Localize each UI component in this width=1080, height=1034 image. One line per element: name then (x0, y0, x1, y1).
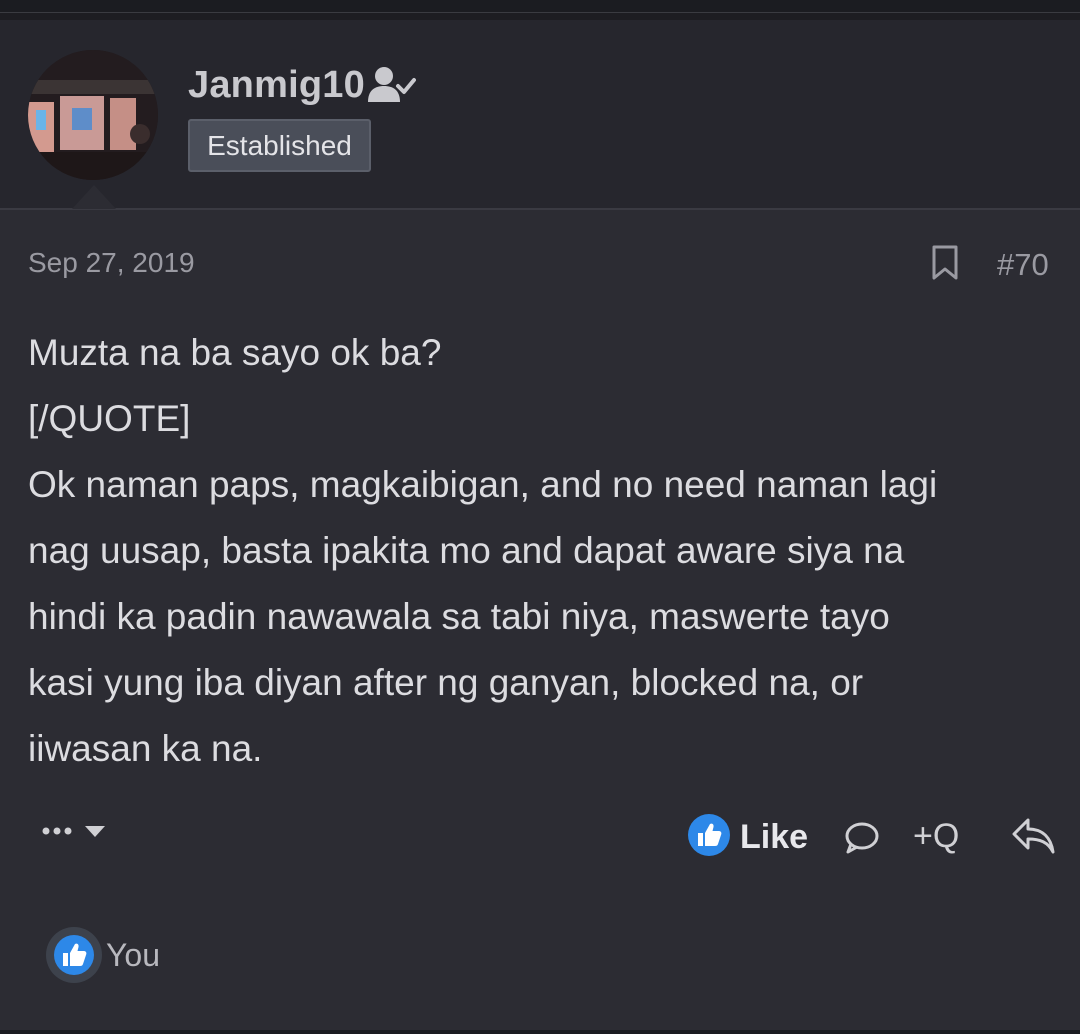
username[interactable]: Janmig10 (188, 64, 365, 107)
body-line: Muzta na ba sayo ok ba? (28, 332, 442, 373)
like-reaction-icon (46, 927, 102, 983)
user-avatar[interactable] (28, 50, 158, 180)
top-bar (0, 0, 1080, 13)
comment-icon[interactable] (843, 820, 881, 861)
like-label: Like (740, 817, 809, 856)
forum-post: Janmig10 Established Sep 27, 2019 #70 Mu… (0, 20, 1080, 1030)
body-line: nag uusap, basta ipakita mo and dapat aw… (28, 530, 905, 571)
user-title-badge: Established (188, 119, 371, 172)
verified-user-icon (368, 66, 416, 109)
bookmark-icon[interactable] (931, 245, 959, 286)
body-line: hindi ka padin nawawala sa tabi niya, ma… (28, 596, 890, 637)
avatar-pointer (72, 185, 116, 209)
more-options-icon[interactable] (42, 820, 108, 847)
like-thumb-icon (688, 813, 730, 861)
post-date[interactable]: Sep 27, 2019 (28, 247, 195, 279)
bottom-border (0, 1030, 1080, 1034)
post-body: Muzta na ba sayo ok ba? [/QUOTE] Ok nama… (28, 320, 1058, 782)
body-line: kasi yung iba diyan after ng ganyan, blo… (28, 662, 864, 703)
post-number[interactable]: #70 (997, 247, 1049, 283)
reply-icon[interactable] (1010, 816, 1056, 861)
like-button[interactable]: Like (688, 813, 809, 861)
post-author-block: Janmig10 Established (0, 20, 1080, 210)
reactions-text: You (106, 936, 160, 973)
body-line: Ok naman paps, magkaibigan, and no need … (28, 464, 938, 505)
body-line: [/QUOTE] (28, 398, 191, 439)
reactions-summary[interactable]: You (46, 927, 160, 983)
body-line: iiwasan ka na. (28, 728, 263, 769)
multi-quote-button[interactable]: +Q (913, 817, 959, 856)
